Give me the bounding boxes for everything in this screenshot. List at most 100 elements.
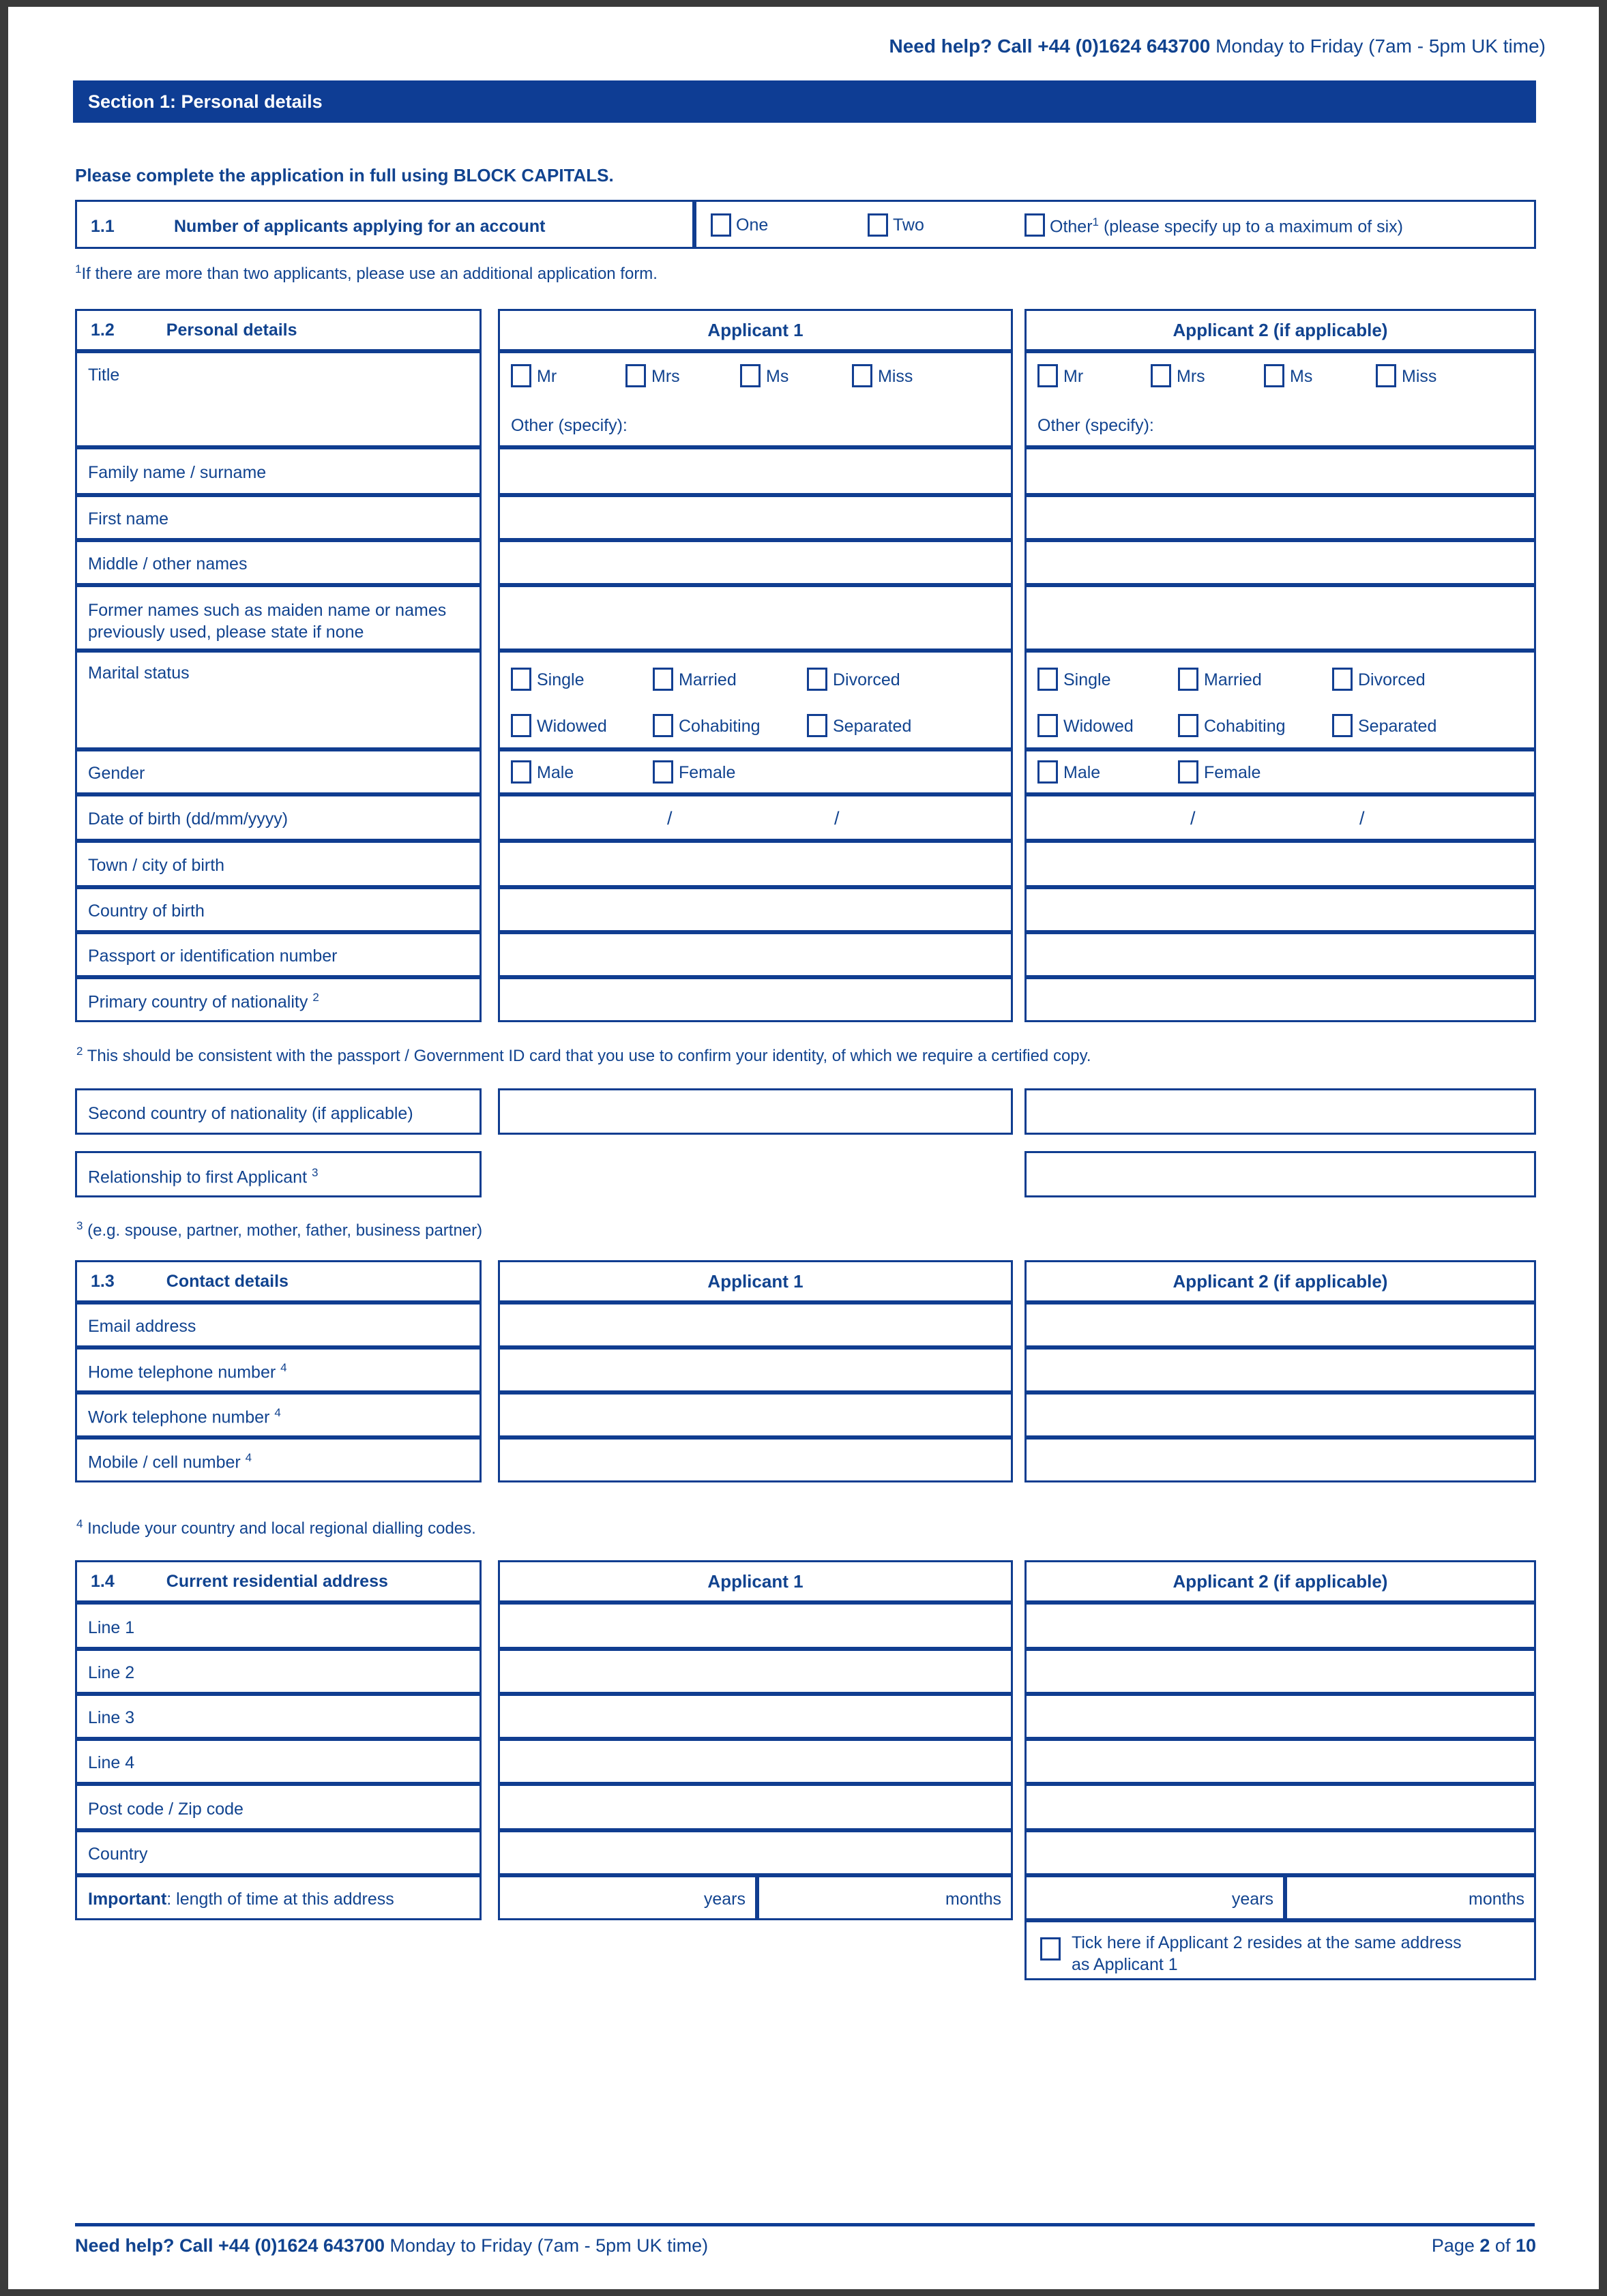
input-a1-email[interactable] (498, 1302, 1013, 1347)
help-hours-bottom: Monday to Friday (7am - 5pm UK time) (385, 2235, 709, 2256)
checkbox-applicants-one[interactable] (711, 213, 731, 237)
checkbox-a2-title-mr[interactable] (1037, 364, 1058, 387)
checkbox-a1-title-miss[interactable] (852, 364, 872, 387)
checkbox-a1-title-ms[interactable] (740, 364, 761, 387)
row-marital-status-a1: Single Married Divorced Widowed Cohabiti… (498, 651, 1013, 749)
row-marital-status-label: Marital status (75, 651, 482, 749)
input-a1-middle-name[interactable] (498, 540, 1013, 585)
q13-applicant2-label: Applicant 2 (if applicable) (1173, 1270, 1388, 1292)
input-a1-second-nationality[interactable] (498, 1088, 1013, 1135)
checkbox-a2-marital-cohabiting[interactable] (1178, 714, 1198, 737)
footnote-2-text: This should be consistent with the passp… (87, 1047, 1091, 1065)
input-a2-addr-country[interactable] (1024, 1830, 1536, 1875)
input-a1-addr-country[interactable] (498, 1830, 1013, 1875)
label-a1-marital-divorced: Divorced (833, 670, 900, 689)
input-a1-family-name[interactable] (498, 447, 1013, 495)
checkbox-a1-marital-separated[interactable] (807, 714, 827, 737)
input-a2-addr-line4[interactable] (1024, 1739, 1536, 1784)
checkbox-a1-marital-married[interactable] (653, 668, 673, 691)
checkbox-a1-gender-male[interactable] (511, 760, 531, 784)
checkbox-a2-title-mrs[interactable] (1151, 364, 1171, 387)
q11-number: 1.1 (91, 217, 115, 236)
input-a2-first-name[interactable] (1024, 495, 1536, 540)
checkbox-applicants-other[interactable] (1024, 213, 1045, 237)
input-a2-home-tel[interactable] (1024, 1347, 1536, 1392)
input-a1-addr-line4[interactable] (498, 1739, 1013, 1784)
label-length-time-rest: : length of time at this address (166, 1890, 394, 1909)
checkbox-a1-marital-widowed[interactable] (511, 714, 531, 737)
row-gender-label: Gender (75, 749, 482, 794)
unit-a2-months: months (1469, 1890, 1524, 1909)
footnote-4: 4 Include your country and local regiona… (76, 1517, 476, 1538)
input-a2-primary-nationality[interactable] (1024, 977, 1536, 1022)
checkbox-a1-marital-cohabiting[interactable] (653, 714, 673, 737)
q12-applicant1-label: Applicant 1 (707, 319, 804, 340)
label-a2-marital-divorced: Divorced (1358, 670, 1426, 689)
label-a2-title-ms: Ms (1290, 367, 1313, 386)
checkbox-a2-marital-married[interactable] (1178, 668, 1198, 691)
input-a1-primary-nationality[interactable] (498, 977, 1013, 1022)
input-a2-work-tel[interactable] (1024, 1392, 1536, 1437)
input-a1-addr-line3[interactable] (498, 1694, 1013, 1739)
label-a2-marital-single: Single (1063, 670, 1111, 689)
input-a2-middle-name[interactable] (1024, 540, 1536, 585)
checkbox-a2-gender-female[interactable] (1178, 760, 1198, 784)
input-a1-passport[interactable] (498, 932, 1013, 977)
label-a1-marital-widowed: Widowed (537, 717, 607, 736)
footnote-3: 3 (e.g. spouse, partner, mother, father,… (76, 1219, 482, 1240)
checkbox-a1-gender-female[interactable] (653, 760, 673, 784)
help-banner-bottom: Need help? Call +44 (0)1624 643700 Monda… (75, 2235, 708, 2256)
input-a2-passport[interactable] (1024, 932, 1536, 977)
checkbox-a2-marital-widowed[interactable] (1037, 714, 1058, 737)
row-home-tel-label: Home telephone number 4 (75, 1347, 482, 1392)
label-applicants-other-rest: (please specify up to a maximum of six) (1103, 217, 1404, 237)
input-a1-years[interactable]: years (498, 1875, 757, 1920)
input-a1-former-names[interactable] (498, 585, 1013, 651)
input-a2-addr-line1[interactable] (1024, 1602, 1536, 1649)
input-a1-first-name[interactable] (498, 495, 1013, 540)
input-a2-family-name[interactable] (1024, 447, 1536, 495)
input-a2-email[interactable] (1024, 1302, 1536, 1347)
checkbox-a2-title-ms[interactable] (1264, 364, 1284, 387)
input-a2-addr-line2[interactable] (1024, 1649, 1536, 1694)
input-a2-country-birth[interactable] (1024, 887, 1536, 932)
checkbox-applicants-two[interactable] (868, 213, 888, 237)
input-a2-mobile[interactable] (1024, 1437, 1536, 1482)
help-banner-top: Need help? Call +44 (0)1624 643700 Monda… (889, 35, 1546, 57)
checkbox-a2-marital-separated[interactable] (1332, 714, 1353, 737)
input-a2-years[interactable]: years (1024, 1875, 1285, 1920)
input-a1-months[interactable]: months (757, 1875, 1013, 1920)
label-relationship-sup: 3 (311, 1166, 319, 1179)
checkbox-a2-marital-single[interactable] (1037, 668, 1058, 691)
checkbox-a2-marital-divorced[interactable] (1332, 668, 1353, 691)
page-mid: of (1490, 2235, 1516, 2256)
checkbox-a2-title-miss[interactable] (1376, 364, 1396, 387)
label-addr-line3: Line 3 (88, 1708, 135, 1727)
input-a2-dob[interactable]: / / (1024, 794, 1536, 841)
input-a2-months[interactable]: months (1285, 1875, 1536, 1920)
label-same-address-line1: Tick here if Applicant 2 resides at the … (1072, 1933, 1462, 1952)
checkbox-a1-title-mr[interactable] (511, 364, 531, 387)
input-a1-country-birth[interactable] (498, 887, 1013, 932)
checkbox-a1-title-mrs[interactable] (625, 364, 646, 387)
input-a2-former-names[interactable] (1024, 585, 1536, 651)
input-a1-postcode[interactable] (498, 1784, 1013, 1830)
input-a2-postcode[interactable] (1024, 1784, 1536, 1830)
input-a1-mobile[interactable] (498, 1437, 1013, 1482)
input-a1-dob[interactable]: / / (498, 794, 1013, 841)
input-a2-addr-line3[interactable] (1024, 1694, 1536, 1739)
checkbox-a2-gender-male[interactable] (1037, 760, 1058, 784)
input-a1-addr-line2[interactable] (498, 1649, 1013, 1694)
input-a2-relationship[interactable] (1024, 1151, 1536, 1197)
checkbox-a1-marital-single[interactable] (511, 668, 531, 691)
unit-a2-years: years (1231, 1890, 1273, 1909)
input-a1-town-birth[interactable] (498, 841, 1013, 887)
checkbox-a1-marital-divorced[interactable] (807, 668, 827, 691)
input-a1-work-tel[interactable] (498, 1392, 1013, 1437)
input-a1-addr-line1[interactable] (498, 1602, 1013, 1649)
checkbox-same-address[interactable] (1040, 1937, 1061, 1960)
label-email: Email address (88, 1317, 196, 1336)
input-a1-home-tel[interactable] (498, 1347, 1013, 1392)
input-a2-town-birth[interactable] (1024, 841, 1536, 887)
input-a2-second-nationality[interactable] (1024, 1088, 1536, 1135)
